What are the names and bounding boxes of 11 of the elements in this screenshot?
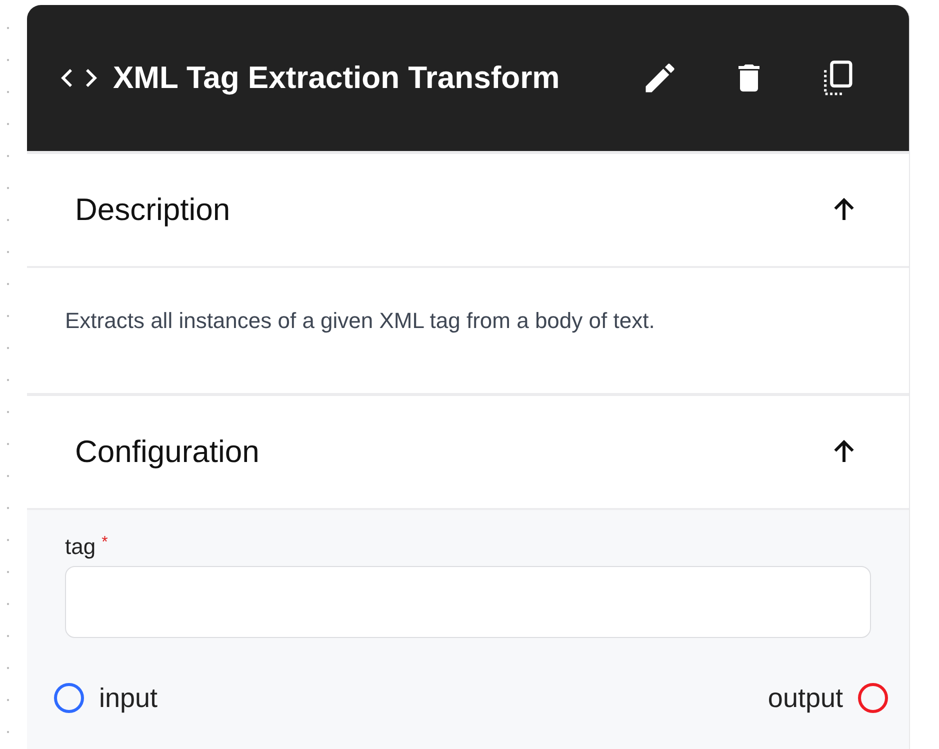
field-label: tag	[65, 534, 96, 560]
node-title: XML Tag Extraction Transform	[113, 60, 561, 96]
port-handle[interactable]	[857, 682, 889, 714]
description-text: Extracts all instances of a given XML tag from a body of text.	[65, 308, 656, 334]
section-title: Description	[75, 192, 230, 228]
section-title: Configuration	[75, 434, 260, 470]
port-label: input	[99, 682, 158, 714]
input-field[interactable]	[65, 566, 871, 638]
required-asterisk: *	[102, 534, 108, 553]
port-label: output	[768, 682, 843, 714]
port-handle[interactable]	[53, 682, 85, 714]
